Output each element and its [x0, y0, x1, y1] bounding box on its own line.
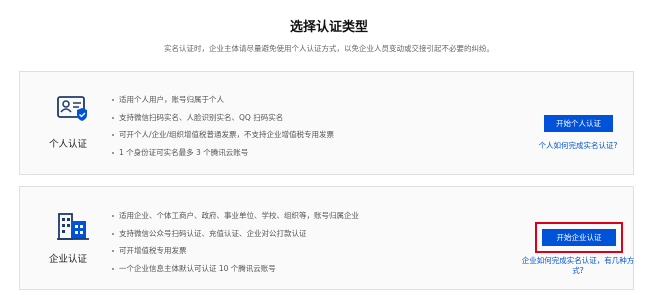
bullet-icon — [112, 134, 114, 136]
list-item: 1 个身份证可实名最多 3 个腾讯云账号 — [112, 144, 334, 162]
bullet-icon — [112, 267, 114, 270]
personal-verification-card: 个人认证 适用个人用户，账号归属于个人 支持微信扫码实名、人脸识别实名、QQ 扫… — [19, 71, 634, 175]
bullet-icon — [112, 116, 114, 119]
bullet-icon — [112, 250, 114, 252]
start-enterprise-verification-button[interactable]: 开始企业认证 — [542, 229, 616, 246]
enterprise-card-title: 企业认证 — [48, 254, 87, 265]
enterprise-help-link[interactable]: 企业如何完成实名认证，有几种方式? — [520, 256, 636, 276]
list-item: 可开个人/企业/组织增值税普通发票，不支持企业增值税专用发票 — [112, 126, 334, 144]
bullet-icon — [112, 215, 114, 217]
bullet-icon — [112, 99, 114, 101]
bullet-icon — [112, 232, 114, 235]
list-item: 支持微信公众号扫码认证、充值认证、企业对公打款认证 — [112, 225, 359, 243]
list-item: 支持微信扫码实名、人脸识别实名、QQ 扫码实名 — [112, 109, 334, 127]
personal-help-link[interactable]: 个人如何完成实名认证? — [520, 141, 636, 151]
enterprise-feature-list: 适用企业、个体工商户、政府、事业单位、学校、组织等，账号归属企业 支持微信公众号… — [112, 207, 359, 277]
list-item: 可开增值税专用发票 — [112, 242, 359, 260]
list-item: 适用企业、个体工商户、政府、事业单位、学校、组织等，账号归属企业 — [112, 207, 359, 225]
start-personal-verification-button[interactable]: 开始个人认证 — [544, 115, 613, 132]
page-description: 实名认证时，企业主体请尽量避免使用个人认证方式，以免企业人员变动或交接引起不必要… — [164, 44, 494, 53]
building-icon — [56, 212, 92, 242]
id-card-icon — [56, 94, 92, 124]
page-title: 选择认证类型 — [289, 20, 368, 35]
list-item: 适用个人用户，账号归属于个人 — [112, 91, 334, 109]
personal-card-title: 个人认证 — [48, 139, 87, 150]
list-item: 一个企业信息主体默认可认证 10 个腾讯云账号 — [112, 260, 359, 278]
enterprise-verification-card: 企业认证 适用企业、个体工商户、政府、事业单位、学校、组织等，账号归属企业 支持… — [19, 186, 634, 290]
bullet-icon — [112, 151, 114, 154]
personal-feature-list: 适用个人用户，账号归属于个人 支持微信扫码实名、人脸识别实名、QQ 扫码实名 可… — [112, 91, 334, 161]
